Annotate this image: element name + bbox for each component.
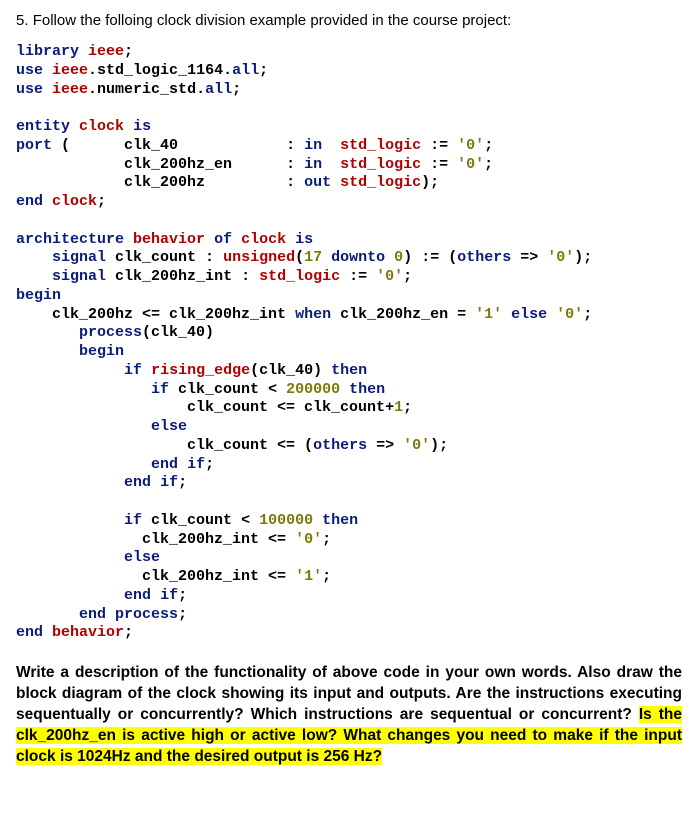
instructions-plain: Write a description of the functionality… — [16, 664, 682, 723]
question-prompt: 5. Follow the folloing clock division ex… — [16, 12, 682, 29]
question-number: 5. — [16, 12, 29, 29]
question-prompt-text: Follow the folloing clock division examp… — [33, 12, 512, 29]
instructions-paragraph: Write a description of the functionality… — [16, 663, 682, 768]
code-listing: library ieee; use ieee.std_logic_1164.al… — [16, 43, 682, 643]
